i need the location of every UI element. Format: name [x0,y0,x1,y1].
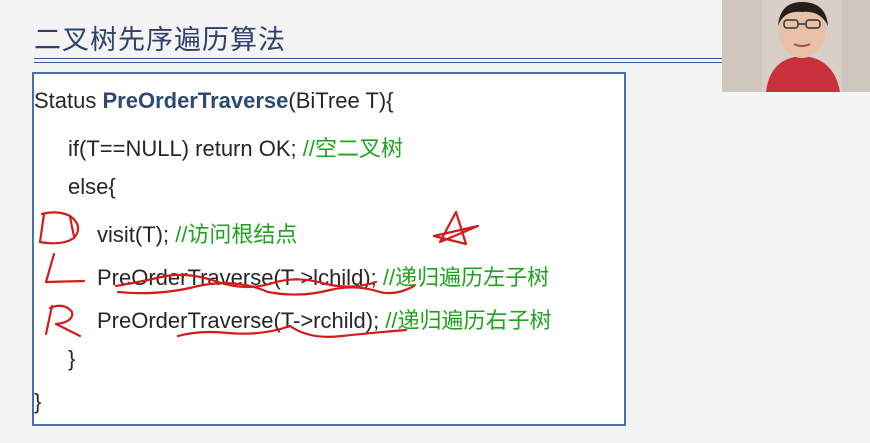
code-line-function-signature: Status PreOrderTraverse(BiTree T){ [34,88,394,114]
code-comment: //空二叉树 [302,136,403,161]
code-text: else{ [68,174,116,199]
code-text: Status [34,88,103,113]
code-line-right-recursion: PreOrderTraverse(T->rchild); //递归遍历右子树 [97,303,552,335]
code-line-function-close: } [34,389,41,415]
code-line-null-check: if(T==NULL) return OK; //空二叉树 [68,131,403,163]
code-comment: //递归遍历左子树 [382,265,550,290]
code-line-visit: visit(T); //访问根结点 [97,217,297,249]
slide-title: 二叉树先序遍历算法 [34,25,286,56]
code-comment: //访问根结点 [175,222,298,247]
presenter-webcam-thumbnail [722,0,870,92]
code-comment: //递归遍历右子树 [385,308,552,333]
code-block [32,72,626,426]
code-text: (BiTree T){ [288,88,394,113]
code-text: } [34,389,42,414]
title-divider [34,58,724,59]
code-text: visit(T); [97,222,176,247]
code-line-else-close: } [68,346,75,372]
code-line-else: else{ [68,174,116,200]
title-divider-secondary [34,62,724,63]
presenter-icon [722,0,870,92]
code-text: PreOrderTraverse(T->lchild); [97,265,383,290]
code-line-left-recursion: PreOrderTraverse(T->lchild); //递归遍历左子树 [97,260,549,292]
code-text: } [68,346,76,371]
function-name: PreOrderTraverse [102,88,289,113]
code-text: PreOrderTraverse(T->rchild); [97,308,386,333]
code-text: if(T==NULL) return OK; [68,136,303,161]
